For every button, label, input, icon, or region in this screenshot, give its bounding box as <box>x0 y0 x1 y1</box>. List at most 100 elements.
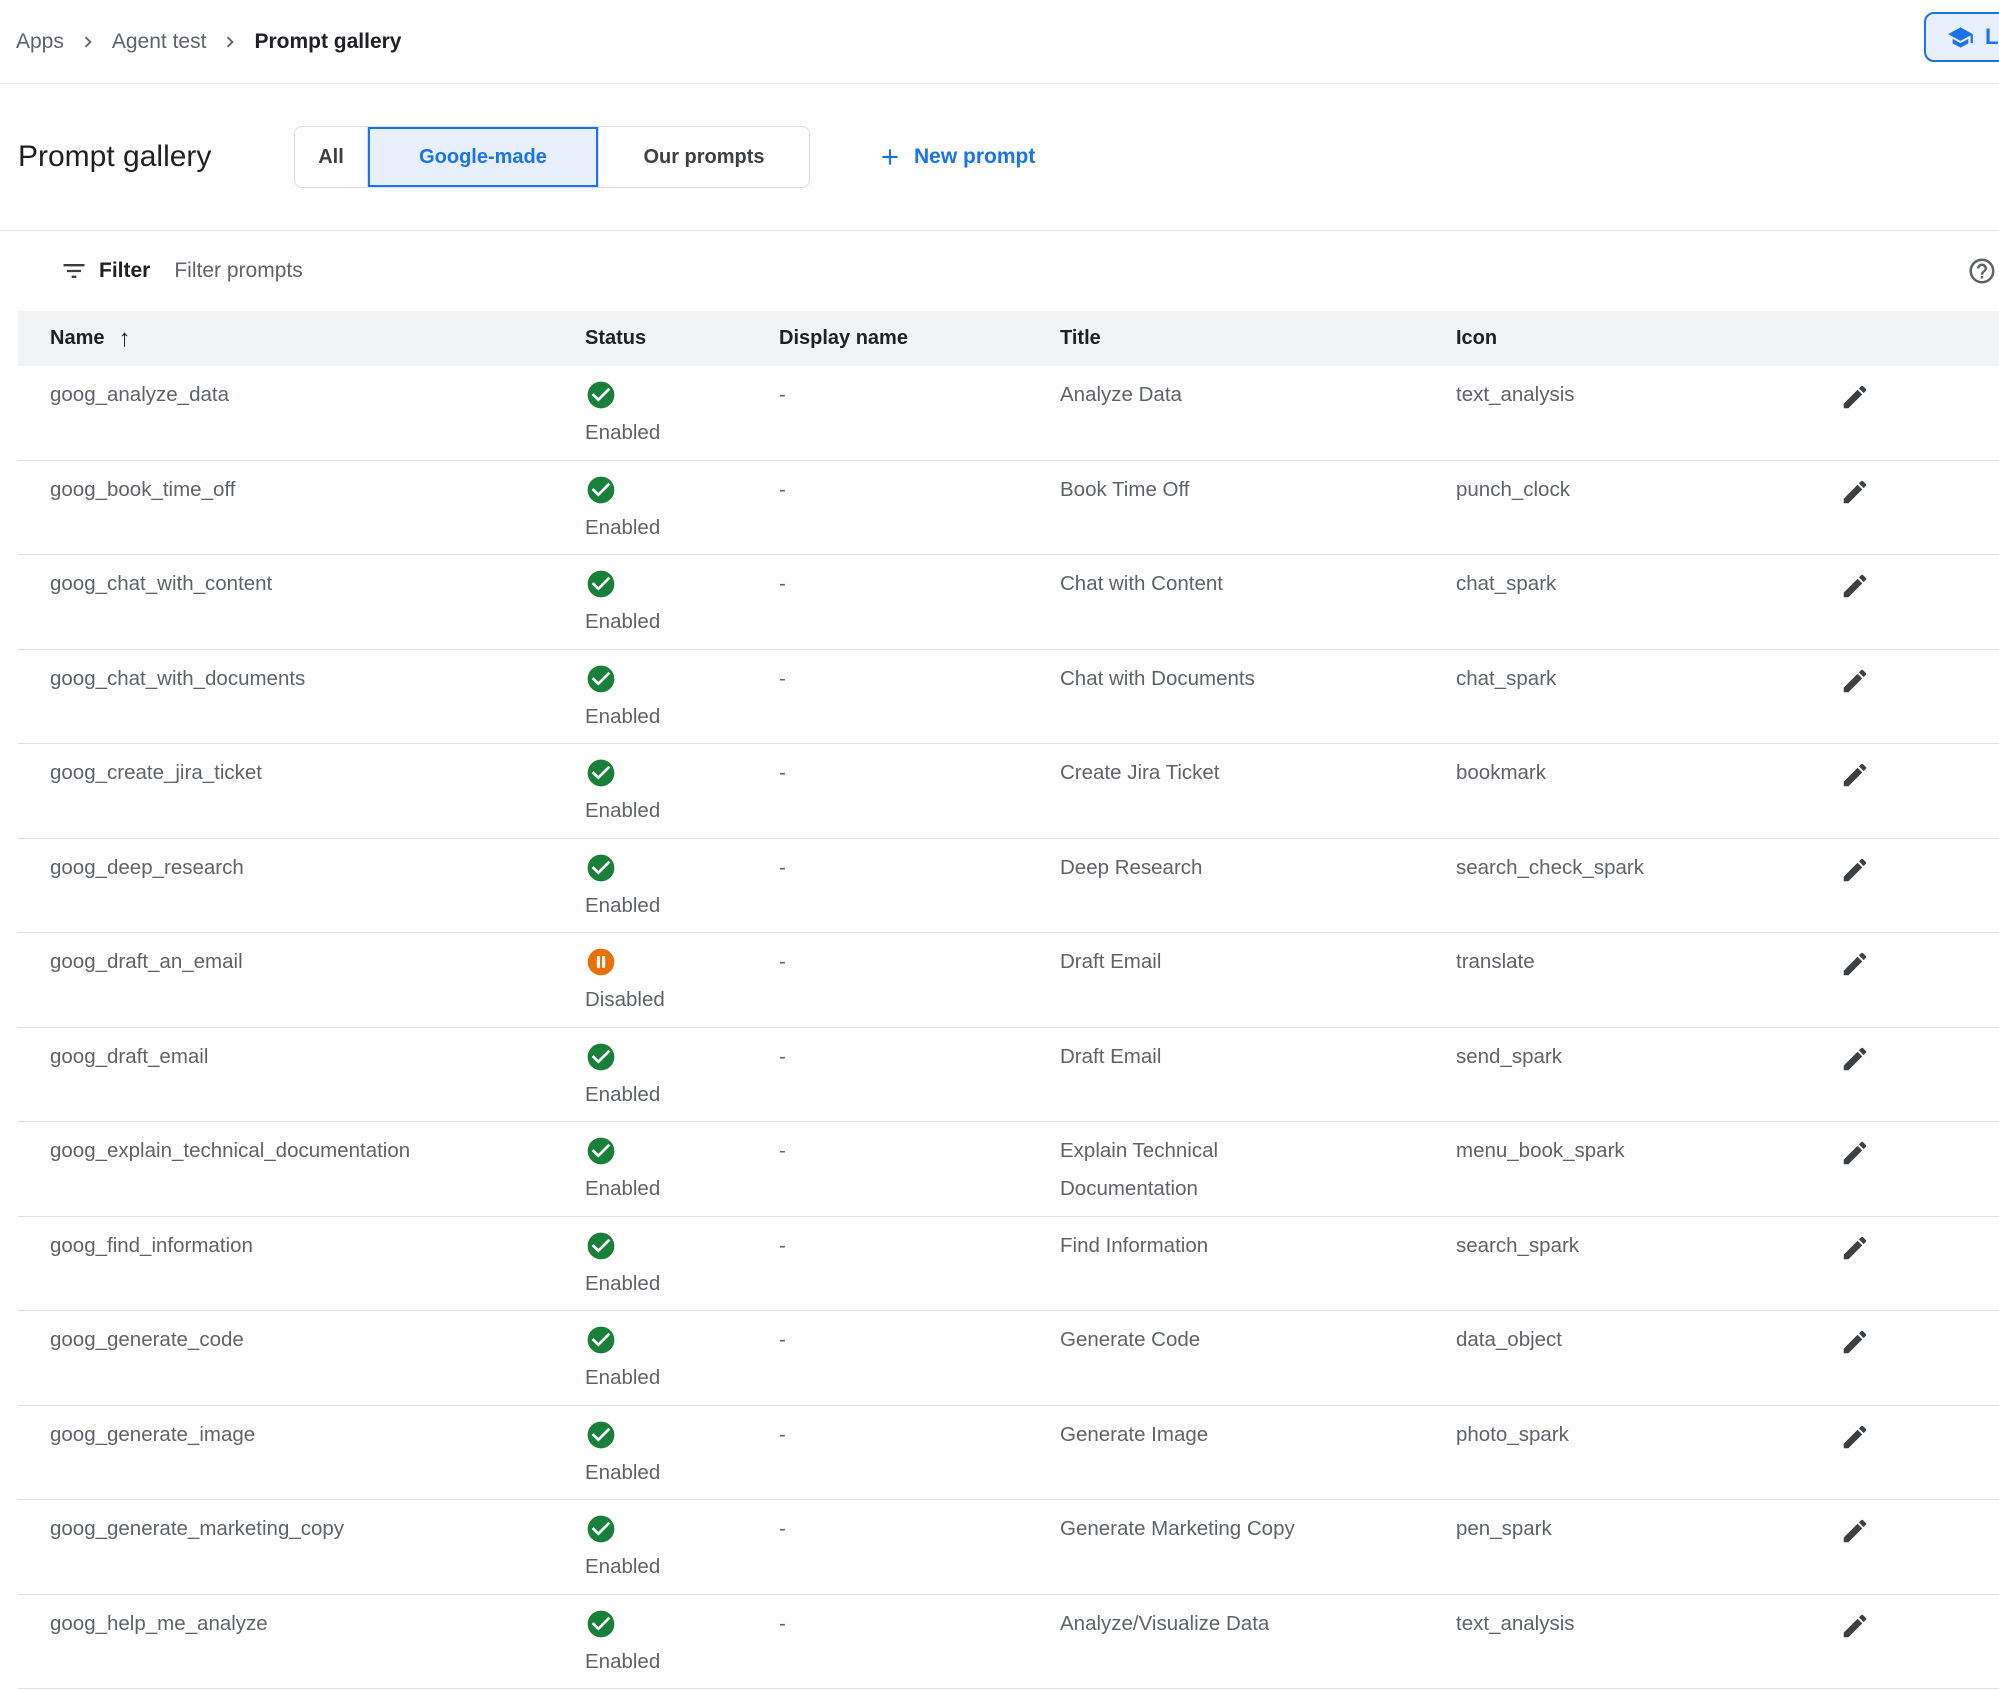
table-row: goog_chat_with_content Enabled - Chat wi… <box>18 555 1999 650</box>
column-header-name[interactable]: Name <box>18 325 585 353</box>
prompt-display-name: - <box>779 366 1060 460</box>
edit-prompt-button[interactable] <box>1840 1516 1870 1546</box>
tab-our-prompts[interactable]: Our prompts <box>598 127 809 187</box>
prompt-name: goog_draft_email <box>18 1028 585 1122</box>
prompt-status: Enabled <box>585 1500 779 1594</box>
prompt-status: Enabled <box>585 555 779 649</box>
prompt-display-name: - <box>779 1028 1060 1122</box>
prompt-actions <box>1838 1311 1998 1405</box>
column-header-icon: Icon <box>1456 327 1838 350</box>
prompt-icon-name: search_check_spark <box>1456 839 1838 933</box>
prompt-icon-name: translate <box>1456 933 1838 1027</box>
table-row: goog_create_jira_ticket Enabled - Create… <box>18 744 1999 839</box>
sort-ascending-icon <box>118 325 130 353</box>
plus-icon <box>877 144 903 170</box>
prompt-icon-name: chat_spark <box>1456 555 1838 649</box>
prompt-display-name: - <box>779 555 1060 649</box>
prompt-icon-name: send_spark <box>1456 1028 1838 1122</box>
prompt-status-label: Enabled <box>585 509 660 547</box>
prompt-display-name: - <box>779 744 1060 838</box>
edit-prompt-button[interactable] <box>1840 1233 1870 1263</box>
prompt-display-name: - <box>779 839 1060 933</box>
prompt-actions <box>1838 933 1998 1027</box>
prompt-icon-name: search_spark <box>1456 1217 1838 1311</box>
prompt-title: Book Time Off <box>1060 461 1456 555</box>
prompt-name: goog_book_time_off <box>18 461 585 555</box>
prompt-actions <box>1838 1217 1998 1311</box>
prompt-status-label: Enabled <box>585 603 660 641</box>
prompt-name: goog_generate_marketing_copy <box>18 1500 585 1594</box>
filter-button-label: Filter <box>99 259 150 283</box>
edit-prompt-button[interactable] <box>1840 1138 1870 1168</box>
edit-prompt-button[interactable] <box>1840 477 1870 507</box>
title-row: Prompt gallery All Google-made Our promp… <box>0 84 1999 231</box>
breadcrumb-prompt-gallery: Prompt gallery <box>254 30 401 54</box>
prompt-status-label: Enabled <box>585 698 660 736</box>
edit-prompt-button[interactable] <box>1840 949 1870 979</box>
prompt-name: goog_find_information <box>18 1217 585 1311</box>
pencil-edit-icon <box>1840 1345 1870 1360</box>
prompt-title: Chat with Documents <box>1060 650 1456 744</box>
prompt-name: goog_deep_research <box>18 839 585 933</box>
pencil-edit-icon <box>1840 1156 1870 1171</box>
prompt-status: Enabled <box>585 744 779 838</box>
edit-prompt-button[interactable] <box>1840 760 1870 790</box>
pencil-edit-icon <box>1840 873 1870 888</box>
new-prompt-button[interactable]: New prompt <box>877 144 1035 170</box>
table-row: goog_explain_technical_documentation Ena… <box>18 1122 1999 1217</box>
edit-prompt-button[interactable] <box>1840 666 1870 696</box>
pencil-edit-icon <box>1840 967 1870 982</box>
prompt-status: Enabled <box>585 1311 779 1405</box>
page-title: Prompt gallery <box>18 140 211 174</box>
prompt-status: Enabled <box>585 1595 779 1689</box>
breadcrumb-agent-test[interactable]: Agent test <box>112 30 207 54</box>
prompt-display-name: - <box>779 1217 1060 1311</box>
table-row: goog_generate_code Enabled - Generate Co… <box>18 1311 1999 1406</box>
help-button[interactable] <box>1967 256 1997 286</box>
filter-list-icon <box>60 257 88 285</box>
edit-prompt-button[interactable] <box>1840 1422 1870 1452</box>
prompt-name: goog_generate_image <box>18 1406 585 1500</box>
table-row: goog_draft_an_email Disabled - Draft Ema… <box>18 933 1999 1028</box>
edit-prompt-button[interactable] <box>1840 1611 1870 1641</box>
prompt-title: Explain Technical Documentation <box>1060 1122 1456 1216</box>
column-header-status: Status <box>585 327 779 350</box>
prompt-actions <box>1838 366 1998 460</box>
edit-prompt-button[interactable] <box>1840 855 1870 885</box>
edit-prompt-button[interactable] <box>1840 1044 1870 1074</box>
table-body: goog_analyze_data Enabled - Analyze Data… <box>18 366 1999 1689</box>
chevron-right-icon <box>219 31 241 53</box>
status-enabled-icon <box>585 757 617 789</box>
breadcrumb-apps[interactable]: Apps <box>16 30 64 54</box>
prompt-status: Enabled <box>585 1028 779 1122</box>
pencil-edit-icon <box>1840 1534 1870 1549</box>
filter-button[interactable]: Filter <box>60 257 150 285</box>
column-header-title: Title <box>1060 327 1456 350</box>
prompt-icon-name: punch_clock <box>1456 461 1838 555</box>
status-enabled-icon <box>585 474 617 506</box>
prompt-name: goog_chat_with_documents <box>18 650 585 744</box>
prompt-status: Enabled <box>585 1406 779 1500</box>
edit-prompt-button[interactable] <box>1840 1327 1870 1357</box>
prompt-display-name: - <box>779 650 1060 744</box>
filter-row: Filter Filter prompts <box>0 231 1999 311</box>
table-row: goog_draft_email Enabled - Draft Email s… <box>18 1028 1999 1123</box>
prompt-status: Enabled <box>585 1122 779 1216</box>
prompt-display-name: - <box>779 1122 1060 1216</box>
tab-google-made[interactable]: Google-made <box>367 127 598 187</box>
prompt-status: Enabled <box>585 461 779 555</box>
tab-all[interactable]: All <box>295 127 367 187</box>
learn-button[interactable]: L <box>1924 12 1999 62</box>
prompt-actions <box>1838 1500 1998 1594</box>
prompt-status: Enabled <box>585 1217 779 1311</box>
table-row: goog_analyze_data Enabled - Analyze Data… <box>18 366 1999 461</box>
new-prompt-label: New prompt <box>914 145 1035 169</box>
filter-prompts-input[interactable]: Filter prompts <box>174 259 302 283</box>
prompt-title: Deep Research <box>1060 839 1456 933</box>
edit-prompt-button[interactable] <box>1840 382 1870 412</box>
prompt-name: goog_create_jira_ticket <box>18 744 585 838</box>
edit-prompt-button[interactable] <box>1840 571 1870 601</box>
prompt-name: goog_draft_an_email <box>18 933 585 1027</box>
prompt-name: goog_analyze_data <box>18 366 585 460</box>
prompt-icon-name: chat_spark <box>1456 650 1838 744</box>
